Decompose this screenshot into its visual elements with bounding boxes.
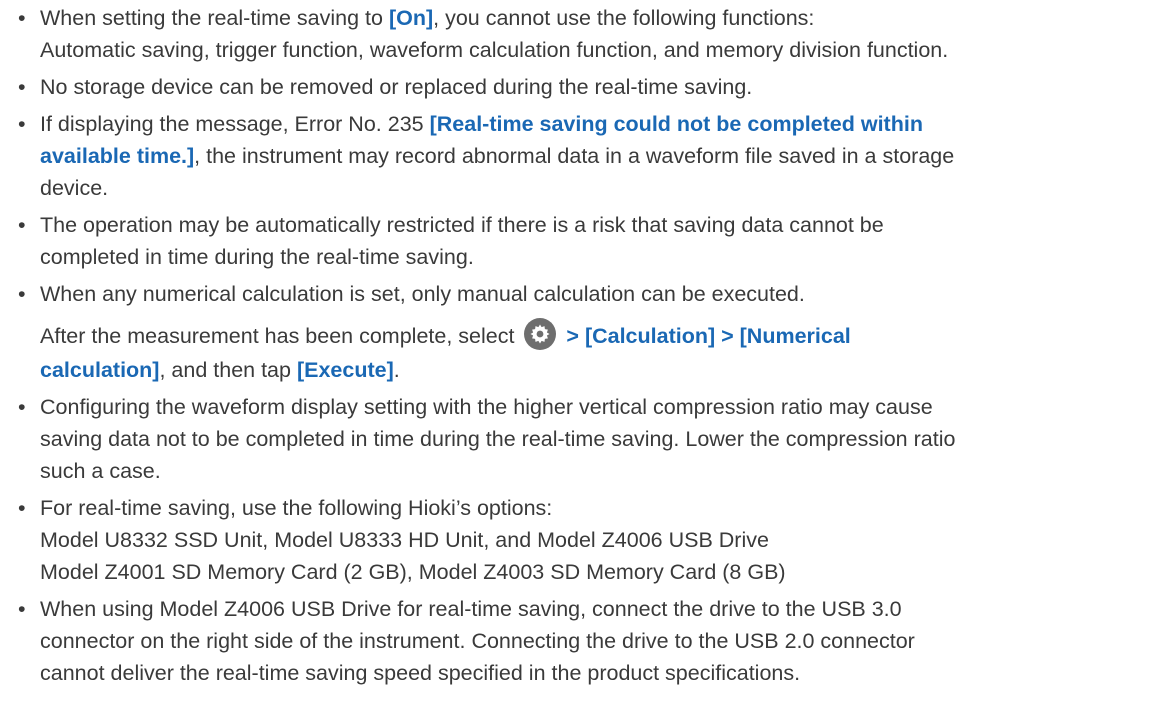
notes-list: • When setting the real-time saving to [… [0,0,1168,689]
item-line: For real-time saving, use the following … [40,496,553,520]
list-item: • For real-time saving, use the followin… [18,492,1168,588]
on-keyword: [On] [388,6,434,30]
item-line: When using Model Z4006 USB Drive for rea… [40,597,902,621]
list-item: • If displaying the message, Error No. 2… [18,108,1168,204]
bullet: • [18,395,26,419]
list-item: • No storage device can be removed or re… [18,71,1168,103]
item-line: connector on the right side of the instr… [40,629,915,653]
menu-path-keyword: calculation] [40,358,160,382]
item-line: After the measurement has been complete,… [40,318,1168,354]
list-item: • Configuring the waveform display setti… [18,391,1168,487]
execute-keyword: [Execute] [296,358,394,382]
item-line: Automatic saving, trigger function, wave… [40,38,949,62]
bullet: • [18,597,26,621]
bullet: • [18,112,26,136]
item-line: completed in time during the real-time s… [40,245,474,269]
list-item: • When using Model Z4006 USB Drive for r… [18,593,1168,689]
bullet: • [18,6,26,30]
error-message-keyword: available time.] [40,144,195,168]
item-line: If displaying the message, Error No. 235… [40,112,923,136]
item-line: calculation], and then tap [Execute]. [40,358,400,382]
item-line: The operation may be automatically restr… [40,213,884,237]
item-line: available time.], the instrument may rec… [40,144,955,168]
list-item: • The operation may be automatically res… [18,209,1168,273]
item-line: Configuring the waveform display setting… [40,395,933,419]
menu-path-keyword: > [Calculation] > [Numerical [560,324,851,348]
item-line: When any numerical calculation is set, o… [40,282,805,306]
gear-icon [524,318,557,351]
bullet: • [18,282,26,306]
list-item: • When any numerical calculation is set,… [18,278,1168,386]
bullet: • [18,213,26,237]
item-line: saving data not to be completed in time … [40,427,956,451]
bullet: • [18,75,26,99]
bullet: • [18,496,26,520]
item-line: No storage device can be removed or repl… [40,75,753,99]
item-line: When setting the real-time saving to [On… [40,6,815,30]
item-line: such a case. [40,459,161,483]
error-message-keyword: [Real-time saving could not be completed… [429,112,923,136]
list-item: • When setting the real-time saving to [… [18,2,1168,66]
item-line: cannot deliver the real-time saving spee… [40,661,801,685]
item-line: Model U8332 SSD Unit, Model U8333 HD Uni… [40,528,769,552]
item-line: device. [40,176,109,200]
item-line: Model Z4001 SD Memory Card (2 GB), Model… [40,560,786,584]
